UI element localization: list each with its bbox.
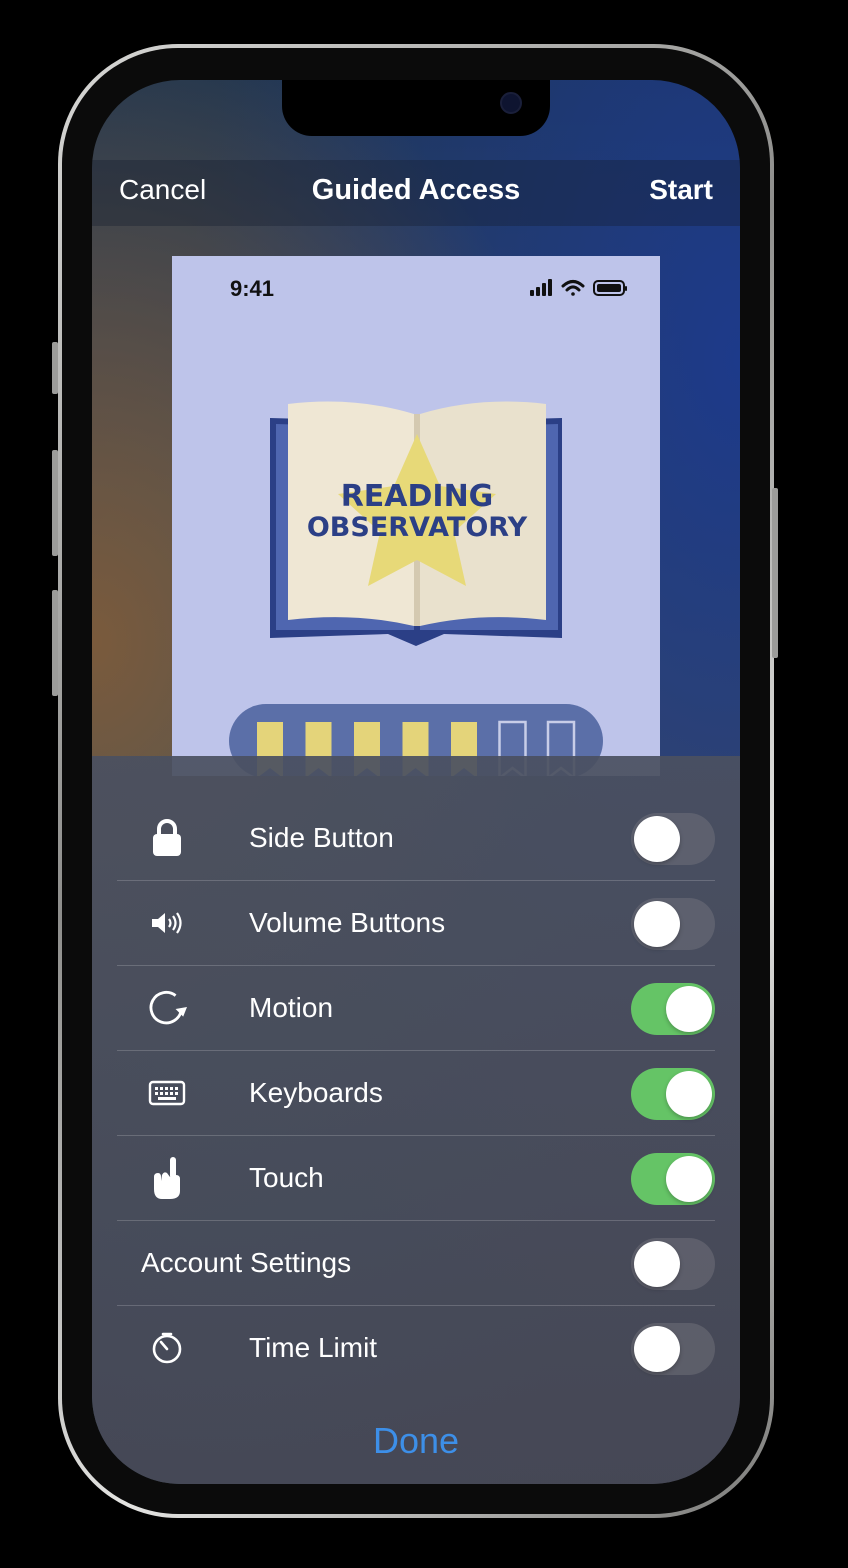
action-button bbox=[52, 342, 58, 394]
toggle-knob bbox=[666, 1071, 712, 1117]
app-preview[interactable]: 9:41 READING OBSERVATORY bbox=[172, 256, 660, 776]
toggle-knob bbox=[634, 1241, 680, 1287]
toggle-switch[interactable] bbox=[631, 983, 715, 1035]
option-row-touch[interactable]: Touch bbox=[117, 1136, 715, 1221]
page-title: Guided Access bbox=[311, 174, 521, 206]
toggle-switch[interactable] bbox=[631, 1153, 715, 1205]
volume-down-button bbox=[52, 590, 58, 696]
option-label: Motion bbox=[249, 992, 334, 1023]
timer-icon bbox=[147, 1328, 187, 1368]
toggle-knob bbox=[634, 816, 680, 862]
option-label: Time Limit bbox=[249, 1332, 378, 1363]
toggle-knob bbox=[666, 1156, 712, 1202]
navigation-bar: Cancel Guided Access Start bbox=[92, 160, 740, 226]
start-button[interactable]: Start bbox=[649, 174, 713, 206]
keyboard-icon bbox=[147, 1073, 187, 1113]
status-icons bbox=[530, 278, 630, 303]
option-row-account-settings[interactable]: Account Settings bbox=[117, 1221, 715, 1306]
lock-icon bbox=[147, 818, 187, 858]
signal-icon bbox=[530, 279, 552, 296]
toggle-switch[interactable] bbox=[631, 813, 715, 865]
toggle-switch[interactable] bbox=[631, 898, 715, 950]
toggle-knob bbox=[666, 986, 712, 1032]
toggle-knob bbox=[634, 901, 680, 947]
toggle-switch[interactable] bbox=[631, 1238, 715, 1290]
option-label: Side Button bbox=[249, 822, 394, 853]
option-row-motion[interactable]: Motion bbox=[117, 966, 715, 1051]
logo-text-line2: OBSERVATORY bbox=[307, 512, 528, 543]
status-time: 9:41 bbox=[230, 276, 275, 301]
logo-text-line1: READING bbox=[341, 479, 494, 514]
toggle-switch[interactable] bbox=[631, 1068, 715, 1120]
reading-observatory-logo: READING OBSERVATORY bbox=[270, 401, 562, 646]
option-label: Keyboards bbox=[249, 1077, 383, 1108]
option-label: Account Settings bbox=[141, 1247, 352, 1278]
speaker-icon bbox=[147, 903, 187, 943]
volume-up-button bbox=[52, 450, 58, 556]
done-button[interactable]: Done bbox=[92, 1420, 740, 1462]
hand-pointing-icon bbox=[147, 1157, 187, 1199]
wifi-icon bbox=[561, 280, 585, 296]
option-label: Touch bbox=[249, 1162, 324, 1193]
rotate-icon bbox=[147, 988, 187, 1028]
option-row-time-limit[interactable]: Time Limit bbox=[117, 1306, 715, 1391]
toggle-knob bbox=[634, 1326, 680, 1372]
battery-icon bbox=[593, 280, 627, 296]
options-sheet: Side Button Volume Buttons Motion Keyboards… bbox=[92, 756, 740, 1484]
option-label: Volume Buttons bbox=[249, 907, 446, 938]
camera-icon bbox=[500, 92, 522, 114]
option-row-volume-buttons[interactable]: Volume Buttons bbox=[117, 881, 715, 966]
option-row-side-button[interactable]: Side Button bbox=[117, 796, 715, 881]
option-row-keyboards[interactable]: Keyboards bbox=[117, 1051, 715, 1136]
side-button bbox=[772, 488, 778, 658]
notch bbox=[282, 80, 550, 136]
toggle-switch[interactable] bbox=[631, 1323, 715, 1375]
screen: Cancel Guided Access Start 9:41 READING … bbox=[92, 80, 740, 1484]
